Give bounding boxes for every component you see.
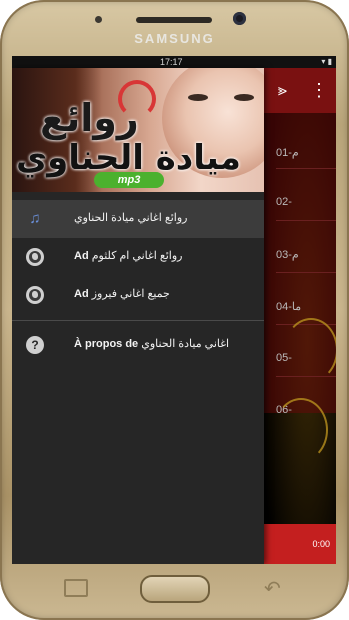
screen: 17:17 ▾ ▮ ⪢ ⋮ 01-م 02- 03-م 04-ما 05- 06…: [12, 56, 336, 564]
drawer-item-mayada-songs[interactable]: ♫ روائع اغاني ميادة الحناوي: [12, 200, 264, 238]
drawer-item-text: جميع اغاني فيروز: [91, 288, 170, 300]
phone-top-bezel: SAMSUNG: [0, 0, 349, 56]
recent-apps-button[interactable]: [64, 579, 88, 597]
status-time: 17:17: [160, 57, 183, 67]
navigation-drawer: روائع ميادة الحناوي mp3 ♫ روائع اغاني مي…: [12, 68, 264, 564]
track-item[interactable]: 02-: [276, 196, 292, 208]
globe-icon: [26, 286, 44, 304]
drawer-item-label: À propos de اغاني ميادة الحناوي: [74, 337, 229, 350]
drawer-divider: [12, 320, 264, 321]
home-button[interactable]: [140, 575, 210, 603]
about-prefix: À propos de: [74, 338, 139, 350]
drawer-item-text: اغاني ميادة الحناوي: [141, 338, 230, 350]
player-bar[interactable]: 0:00: [264, 524, 336, 564]
background-app: ⪢ ⋮ 01-م 02- 03-م 04-ما 05- 06- 0:00: [264, 68, 336, 564]
status-bar: 17:17 ▾ ▮: [12, 56, 336, 68]
status-icons: ▾ ▮: [321, 57, 332, 66]
decorative-swirl: [284, 318, 336, 382]
drawer-header-image: روائع ميادة الحناوي mp3: [12, 68, 264, 192]
track-item[interactable]: 01-م: [276, 146, 299, 159]
divider: [276, 220, 336, 221]
divider: [276, 272, 336, 273]
drawer-item-about[interactable]: ? À propos de اغاني ميادة الحناوي: [12, 326, 264, 364]
ad-prefix: Ad: [74, 250, 89, 262]
divider: [276, 168, 336, 169]
earpiece-speaker: [136, 17, 212, 23]
music-note-icon: ♫: [29, 210, 41, 227]
more-options-icon[interactable]: ⋮: [310, 80, 328, 101]
globe-icon: [26, 248, 44, 266]
player-time: 0:00: [312, 539, 330, 549]
drawer-item-label: Ad روائع اغاني ام كلثوم: [74, 249, 182, 262]
share-icon[interactable]: ⪢: [278, 82, 287, 100]
app-toolbar: ⪢ ⋮: [264, 68, 336, 113]
device-brand: SAMSUNG: [134, 31, 215, 46]
header-photo-eye: [188, 94, 208, 101]
back-button[interactable]: ↶: [264, 576, 281, 601]
drawer-item-fairouz-ad[interactable]: Ad جميع اغاني فيروز: [12, 276, 264, 314]
phone-frame: SAMSUNG 17:17 ▾ ▮ ⪢ ⋮ 01-م 02- 03-م 04-م…: [0, 0, 349, 620]
drawer-item-label: روائع اغاني ميادة الحناوي: [74, 212, 188, 224]
drawer-item-label: Ad جميع اغاني فيروز: [74, 287, 170, 300]
ad-prefix: Ad: [74, 288, 89, 300]
front-camera: [233, 12, 246, 25]
mp3-badge: mp3: [94, 172, 164, 188]
proximity-sensor: [95, 16, 102, 23]
drawer-item-text: روائع اغاني ام كلثوم: [91, 250, 183, 262]
track-item[interactable]: 03-م: [276, 248, 299, 261]
track-item[interactable]: 04-ما: [276, 300, 301, 313]
help-icon: ?: [26, 336, 44, 354]
header-title-line1: روائع: [40, 96, 139, 140]
header-photo-eye: [234, 94, 254, 101]
drawer-item-umm-kulthum-ad[interactable]: Ad روائع اغاني ام كلثوم: [12, 238, 264, 276]
decorative-swirl: [274, 398, 328, 462]
